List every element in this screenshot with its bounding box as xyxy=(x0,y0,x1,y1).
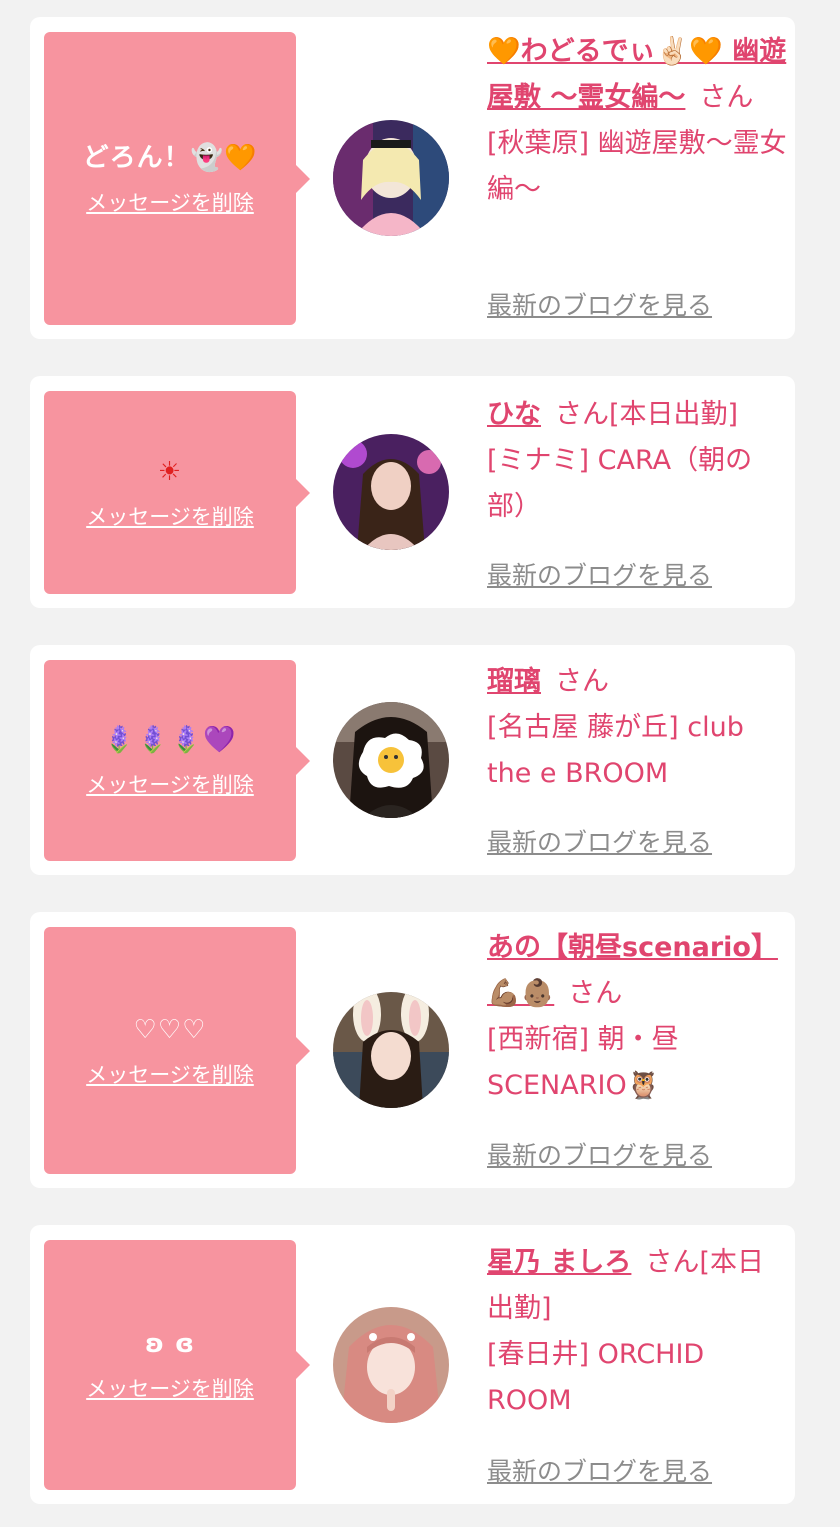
view-latest-blog-link[interactable]: 最新のブログを見る xyxy=(487,823,712,859)
honorific: さん xyxy=(568,978,623,1009)
member-info: 星乃 ましろ さん[本日出勤] [春日井] ORCHID ROOM xyxy=(487,1240,787,1424)
message-bubble: 🪻🪻🪻💜 メッセージを削除 xyxy=(44,660,310,861)
message-card: ♡♡♡ メッセージを削除 あの【朝昼scenario】💪🏽👶🏽 さん [西新宿] … xyxy=(30,912,795,1188)
shop-name: [西新宿] 朝・昼SCENARIO🦉 xyxy=(487,1024,679,1101)
delete-message-link[interactable]: メッセージを削除 xyxy=(86,769,254,799)
view-latest-blog-link[interactable]: 最新のブログを見る xyxy=(487,1136,712,1172)
member-name-link[interactable]: ひな xyxy=(487,399,541,430)
message-text: ♡♡♡ xyxy=(133,1014,207,1045)
member-name-link[interactable]: 星乃 ましろ xyxy=(487,1247,631,1278)
message-text: ☀ xyxy=(157,456,183,487)
view-latest-blog-link[interactable]: 最新のブログを見る xyxy=(487,286,712,322)
avatar[interactable] xyxy=(333,434,449,550)
message-text: どろん！👻🧡 xyxy=(82,142,258,173)
honorific: さん[本日出勤] xyxy=(555,399,739,430)
shop-name: [春日井] ORCHID ROOM xyxy=(487,1339,705,1416)
shop-name: [ミナミ] CARA（朝の部） xyxy=(487,445,753,522)
member-info: あの【朝昼scenario】💪🏽👶🏽 さん [西新宿] 朝・昼SCENARIO🦉 xyxy=(487,925,787,1109)
member-name-link[interactable]: あの【朝昼scenario】💪🏽👶🏽 xyxy=(487,932,778,1009)
message-card: ʚ ɞ メッセージを削除 星乃 ましろ さん[本日出勤] [春日井] ORCHID… xyxy=(30,1225,795,1504)
avatar[interactable] xyxy=(333,120,449,236)
member-info: 🧡わどるでぃ✌🏻🧡 幽遊屋敷 〜霊女編〜 さん [秋葉原] 幽遊屋敷〜霊女編〜 xyxy=(487,29,787,213)
avatar[interactable] xyxy=(333,702,449,818)
message-list: どろん！👻🧡 メッセージを削除 🧡わどるでぃ✌🏻🧡 幽遊屋敷 〜霊女編〜 さん [… xyxy=(0,0,840,1527)
shop-name: [秋葉原] 幽遊屋敷〜霊女編〜 xyxy=(487,128,787,205)
delete-message-link[interactable]: メッセージを削除 xyxy=(86,1373,254,1403)
delete-message-link[interactable]: メッセージを削除 xyxy=(86,501,254,531)
message-bubble: ʚ ɞ メッセージを削除 xyxy=(44,1240,310,1490)
delete-message-link[interactable]: メッセージを削除 xyxy=(86,1059,254,1089)
view-latest-blog-link[interactable]: 最新のブログを見る xyxy=(487,1452,712,1488)
shop-name: [名古屋 藤が丘] club the e BROOM xyxy=(487,712,744,789)
view-latest-blog-link[interactable]: 最新のブログを見る xyxy=(487,556,712,592)
member-name-link[interactable]: 瑠璃 xyxy=(487,666,541,697)
avatar[interactable] xyxy=(333,1307,449,1423)
message-card: 🪻🪻🪻💜 メッセージを削除 瑠璃 さん [名古屋 藤が丘] club the e … xyxy=(30,645,795,875)
message-card: どろん！👻🧡 メッセージを削除 🧡わどるでぃ✌🏻🧡 幽遊屋敷 〜霊女編〜 さん [… xyxy=(30,17,795,339)
message-card: ☀ メッセージを削除 ひな さん[本日出勤] [ミナミ] CARA（朝の部） 最新… xyxy=(30,376,795,608)
member-info: 瑠璃 さん [名古屋 藤が丘] club the e BROOM xyxy=(487,659,787,797)
message-bubble: ♡♡♡ メッセージを削除 xyxy=(44,927,310,1174)
honorific: さん xyxy=(555,666,609,697)
message-bubble: どろん！👻🧡 メッセージを削除 xyxy=(44,32,310,325)
message-text: 🪻🪻🪻💜 xyxy=(103,724,237,755)
message-text: ʚ ɞ xyxy=(144,1329,196,1359)
avatar[interactable] xyxy=(333,992,449,1108)
honorific: さん xyxy=(699,82,754,113)
message-bubble: ☀ メッセージを削除 xyxy=(44,391,310,594)
delete-message-link[interactable]: メッセージを削除 xyxy=(86,187,254,217)
member-info: ひな さん[本日出勤] [ミナミ] CARA（朝の部） xyxy=(487,392,787,530)
